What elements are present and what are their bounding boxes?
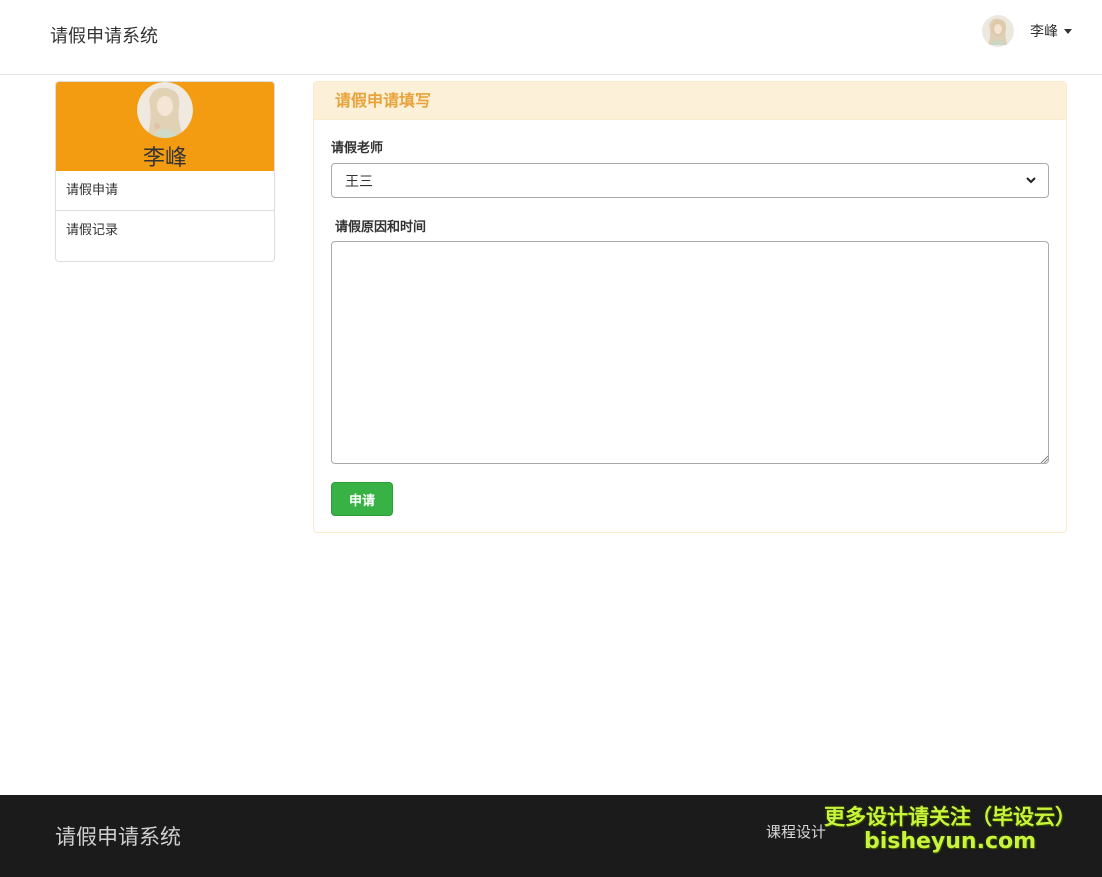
watermark-line-2: bisheyun.com [863,829,1037,854]
avatar-icon [982,15,1014,47]
footer-brand: 请假申请系统 [55,825,181,849]
caret-down-icon [1064,28,1072,34]
profile-name: 李峰 [142,146,187,171]
reason-label: 请假原因和时间 [335,220,427,235]
footer: 请假申请系统 课程设计 更多设计请关注（毕设云） bisheyun.com [0,795,1102,877]
profile-avatar-icon [137,82,193,138]
teacher-select[interactable]: 王三 [331,163,1049,198]
navbar-brand[interactable]: 请假申请系统 [50,22,158,48]
resize-grip-icon[interactable] [1039,454,1049,464]
panel-title: 请假申请填写 [314,82,1066,120]
watermark: 更多设计请关注（毕设云） bisheyun.com [820,801,1080,854]
top-navbar: 请假申请系统 李峰 [0,0,1102,75]
sidebar-item-leave-apply[interactable]: 请假申请 [56,171,274,211]
reason-textarea[interactable] [331,241,1049,464]
user-name: 李峰 [1030,24,1058,40]
sidebar-item-leave-records[interactable]: 请假记录 [56,211,274,251]
teacher-label: 请假老师 [331,141,384,156]
footer-link-course-design[interactable]: 课程设计 [766,821,826,842]
chevron-down-icon [1026,177,1036,184]
submit-button[interactable]: 申请 [331,482,393,516]
profile-header: 李峰 [56,82,274,171]
sidebar-profile-card: 李峰 请假申请 请假记录 [55,81,275,262]
user-menu-dropdown[interactable]: 李峰 [982,14,1072,48]
watermark-line-1: 更多设计请关注（毕设云） [824,805,1076,829]
teacher-select-value: 王三 [345,173,373,190]
leave-form-panel: 请假申请填写 请假老师 王三 请假原因和时间 申请 [313,81,1067,533]
